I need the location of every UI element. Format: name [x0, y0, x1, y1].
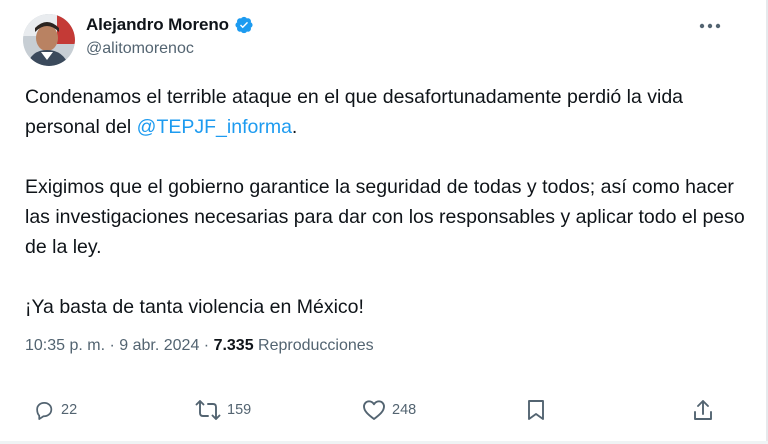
views-label: Reproducciones — [253, 337, 374, 354]
repost-count: 159 — [227, 402, 252, 418]
repost-icon — [195, 399, 221, 421]
reply-icon — [33, 399, 55, 421]
tweet-paragraph-3: ¡Ya basta de tanta violencia en México! — [25, 296, 364, 318]
tweet-paragraph-1: Condenamos el terrible ataque en el que … — [25, 82, 745, 142]
more-icon[interactable] — [698, 17, 722, 35]
tweet-text-part: . — [291, 116, 298, 138]
tweet-meta: 10:35 p. m. · 9 abr. 2024 · 7.335 Reprod… — [25, 337, 374, 355]
author-handle[interactable]: @alitomorenoc — [86, 40, 194, 58]
share-icon — [693, 399, 713, 421]
verified-badge-icon — [234, 15, 254, 35]
share-button[interactable] — [693, 392, 713, 428]
tweet-text: Condenamos el terrible ataque en el que … — [25, 82, 745, 322]
like-button[interactable]: 248 — [362, 392, 416, 428]
tweet-time[interactable]: 10:35 p. m. — [25, 337, 105, 354]
tweet-text-part: Condenamos el terrible ataque en el que … — [25, 86, 684, 138]
avatar[interactable] — [23, 14, 75, 66]
mention-link[interactable]: @TEPJF_informa — [137, 116, 292, 138]
reply-button[interactable]: 22 — [33, 392, 77, 428]
like-count: 248 — [392, 402, 417, 418]
author-name-row: Alejandro Moreno — [86, 14, 254, 36]
reply-count: 22 — [61, 402, 78, 418]
bookmark-button[interactable] — [527, 392, 545, 428]
views-count: 7.335 — [213, 337, 254, 354]
tweet-paragraph-2: Exigimos que el gobierno garantice la se… — [25, 176, 745, 258]
like-icon — [362, 399, 386, 421]
bookmark-icon — [527, 399, 545, 421]
author-name[interactable]: Alejandro Moreno — [86, 15, 229, 35]
tweet-date[interactable]: 9 abr. 2024 — [119, 337, 199, 354]
meta-separator: · — [199, 337, 214, 354]
avatar-image — [23, 14, 75, 66]
tweet-card: Alejandro Moreno @alitomorenoc Condenamo… — [0, 0, 768, 444]
repost-button[interactable]: 159 — [195, 392, 251, 428]
action-bar: 22 159 248 — [0, 392, 768, 428]
meta-separator: · — [105, 337, 120, 354]
